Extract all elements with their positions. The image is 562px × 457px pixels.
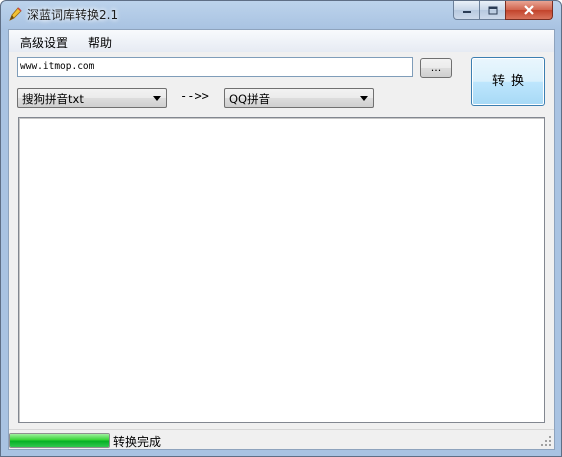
window-title: 深蓝词库转换2.1 (27, 8, 119, 22)
app-window: 深蓝词库转换2.1 高级设置 帮助 www.itmop.com ... 转换 搜… (0, 0, 562, 457)
maximize-icon (488, 6, 497, 14)
menu-bar: 高级设置 帮助 (9, 30, 554, 52)
minimize-icon (462, 11, 471, 13)
output-textarea[interactable] (18, 117, 545, 423)
menu-help[interactable]: 帮助 (88, 34, 112, 51)
target-format-select[interactable]: QQ拼音 (224, 88, 374, 108)
browse-button[interactable]: ... (420, 58, 452, 78)
minimize-button[interactable] (453, 1, 480, 20)
client-area: 高级设置 帮助 www.itmop.com ... 转换 搜狗拼音txt -->… (8, 29, 555, 450)
menu-advanced-settings[interactable]: 高级设置 (20, 34, 68, 51)
close-button[interactable] (505, 1, 553, 20)
title-bar[interactable]: 深蓝词库转换2.1 (1, 1, 561, 29)
dropdown-arrow-icon (360, 96, 368, 101)
pen-app-icon (9, 7, 22, 21)
dropdown-arrow-icon (153, 96, 161, 101)
file-path-input[interactable]: www.itmop.com (17, 57, 413, 77)
convert-button[interactable]: 转换 (471, 57, 545, 106)
progress-fill (10, 434, 109, 447)
source-format-value: 搜狗拼音txt (22, 92, 84, 106)
progress-bar (9, 433, 110, 448)
resize-grip-icon[interactable] (541, 436, 552, 447)
status-bar: 转换完成 (9, 429, 554, 449)
source-format-select[interactable]: 搜狗拼音txt (17, 88, 167, 108)
conversion-arrow: -->> (180, 89, 209, 103)
target-format-value: QQ拼音 (229, 92, 271, 106)
maximize-button[interactable] (479, 1, 506, 20)
close-icon (524, 5, 534, 15)
status-text: 转换完成 (113, 435, 162, 449)
